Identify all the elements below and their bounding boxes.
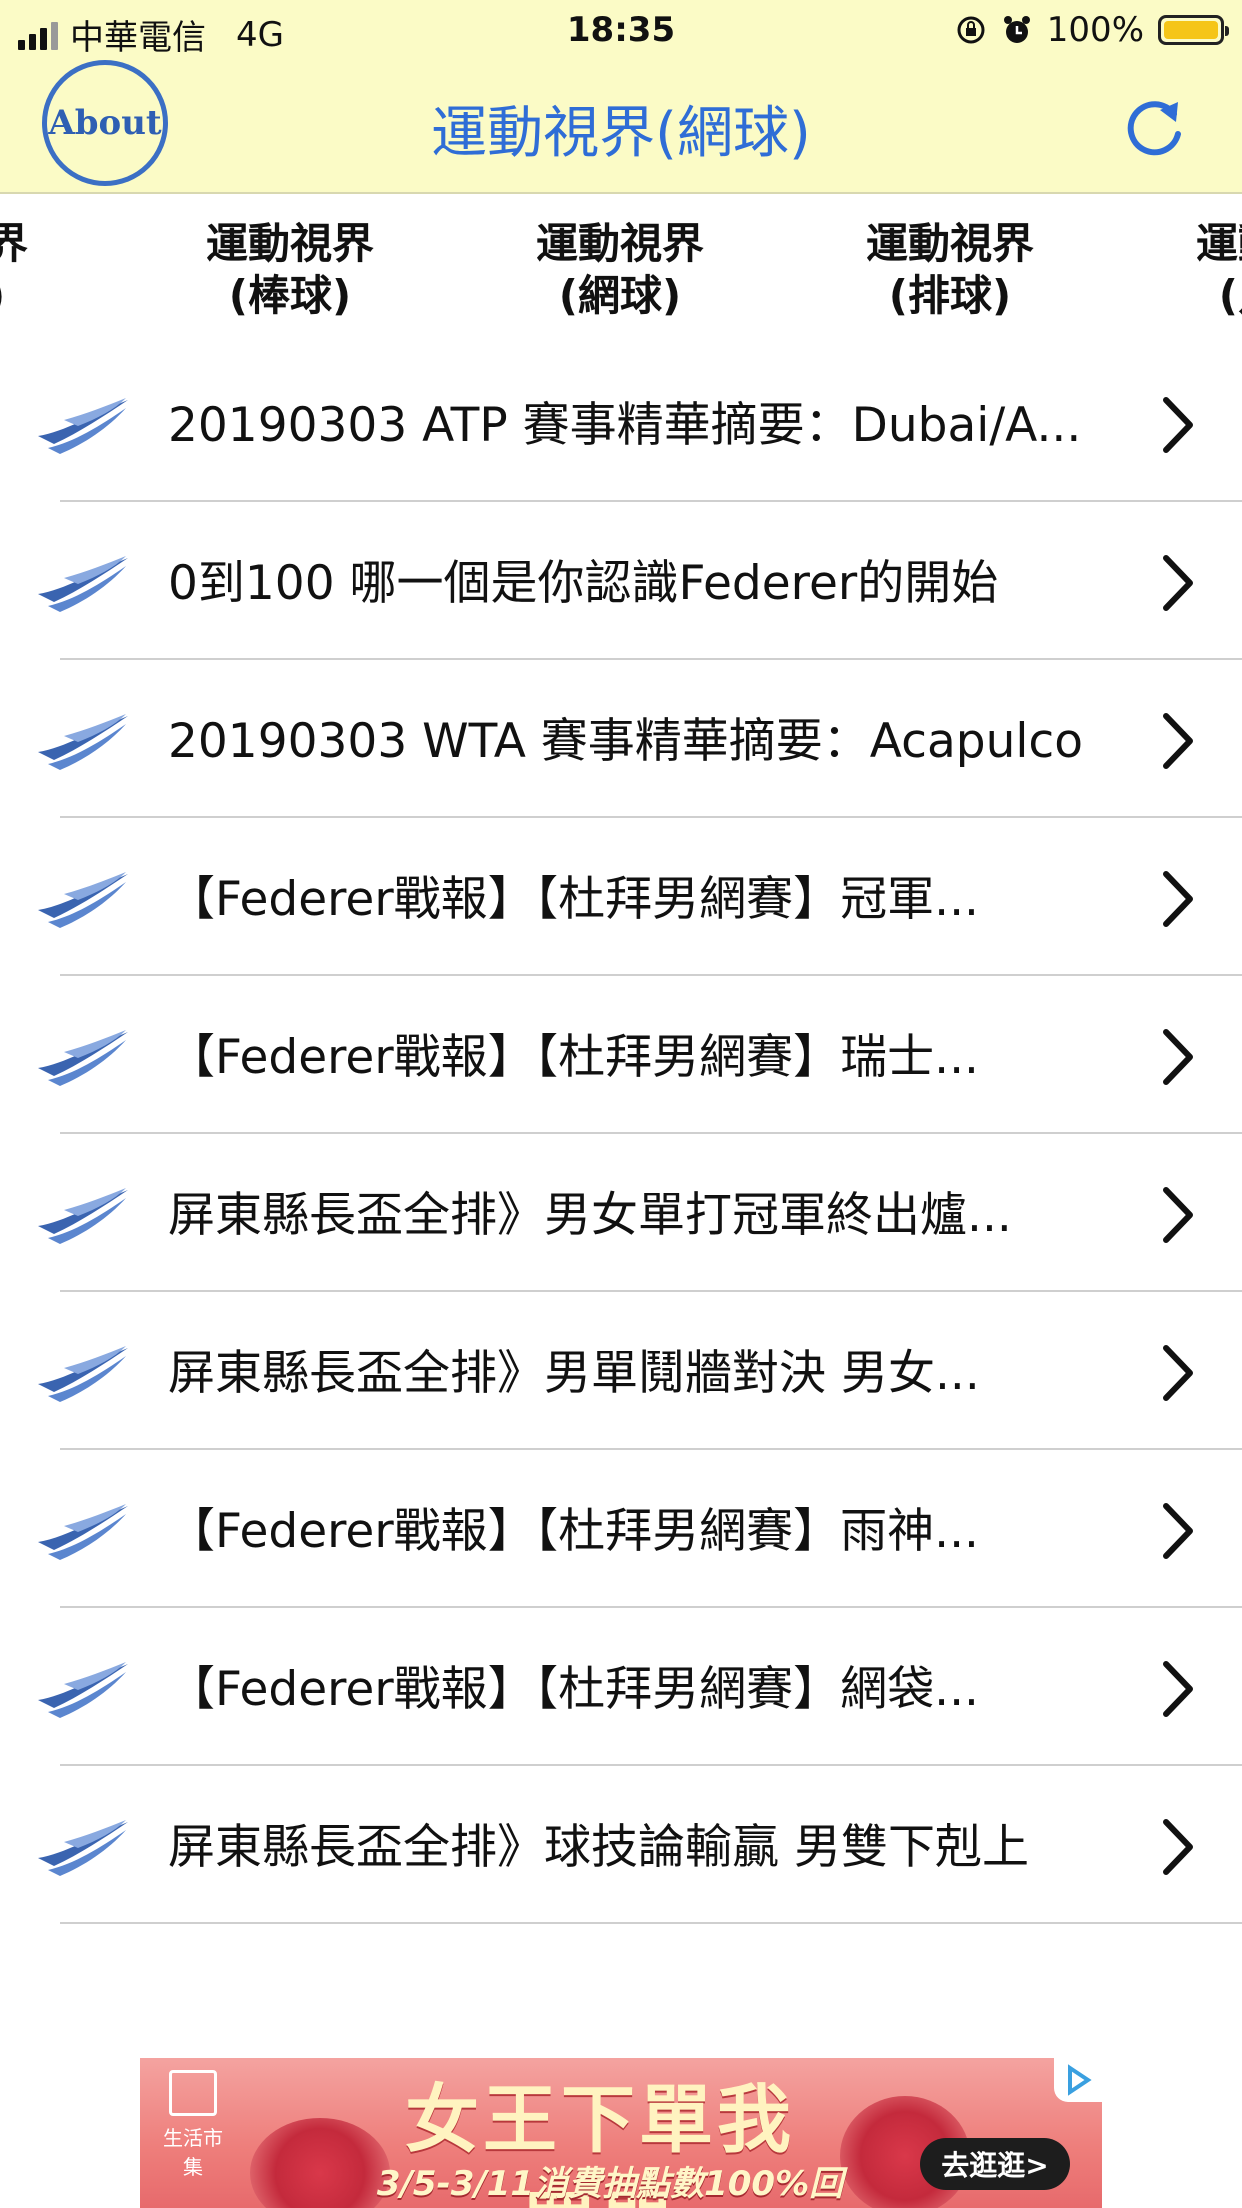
sports-vision-logo-icon	[38, 556, 128, 612]
sports-vision-logo-icon	[38, 714, 128, 770]
battery-icon	[1158, 15, 1229, 45]
list-item[interactable]: 20190303 ATP 賽事精華摘要：Dubai/A...	[0, 344, 1242, 502]
list-item[interactable]: 【Federer戰報】【杜拜男網賽】網袋...	[0, 1608, 1242, 1766]
article-title: 【Federer戰報】【杜拜男網賽】雨神...	[168, 1504, 979, 1559]
refresh-icon[interactable]	[1120, 90, 1192, 162]
tab-volleyball[interactable]: 運動視界 (排球)	[840, 218, 1060, 322]
page-title: 運動視界(網球)	[431, 101, 811, 166]
sports-vision-logo-icon	[38, 872, 128, 928]
article-title: 屏東縣長盃全排》球技論輸贏 男雙下剋上	[168, 1820, 1029, 1875]
list-item[interactable]: 屏東縣長盃全排》男單鬩牆對決 男女...	[0, 1292, 1242, 1450]
article-title: 屏東縣長盃全排》男單鬩牆對決 男女...	[168, 1346, 980, 1401]
sports-vision-logo-icon	[38, 398, 128, 454]
chevron-right-icon	[1163, 1345, 1193, 1401]
sports-vision-logo-icon	[38, 1820, 128, 1876]
article-title: 【Federer戰報】【杜拜男網賽】瑞士...	[168, 1030, 979, 1085]
sports-vision-logo-icon	[38, 1188, 128, 1244]
ad-banner[interactable]: 生活市集 女王下單我買單 3/5-3/11消費抽點數100%回饋 去逛逛>	[140, 2058, 1102, 2208]
battery-percent: 100%	[1046, 10, 1144, 50]
ad-subline: 3/5-3/11消費抽點數100%回饋	[376, 2164, 844, 2204]
ad-store-logo: 生活市集	[158, 2070, 228, 2190]
chevron-right-icon	[1163, 1029, 1193, 1085]
sports-vision-logo-icon	[38, 1346, 128, 1402]
shopping-bag-icon	[169, 2070, 217, 2116]
ad-flower-decoration	[250, 2118, 390, 2208]
ad-cta-button[interactable]: 去逛逛>	[920, 2138, 1070, 2190]
nav-bar: About 運動視界(網球)	[0, 60, 1242, 190]
alarm-icon	[1003, 16, 1030, 43]
sports-vision-logo-icon	[38, 1662, 128, 1718]
tab-baseball[interactable]: 運動視界 (棒球)	[180, 218, 400, 322]
status-bar: 中華電信 4G 18:35 100%	[0, 0, 1242, 62]
sports-vision-logo-icon	[38, 1504, 128, 1560]
chevron-right-icon	[1163, 397, 1193, 453]
chevron-right-icon	[1163, 871, 1193, 927]
tab-tennis[interactable]: 運動視界 (網球)	[510, 218, 730, 322]
row-divider	[60, 1922, 1242, 1924]
chevron-right-icon	[1163, 1819, 1193, 1875]
list-item[interactable]: 屏東縣長盃全排》男女單打冠軍終出爐...	[0, 1134, 1242, 1292]
article-title: 20190303 WTA 賽事精華摘要：Acapulco	[168, 714, 1084, 769]
ad-choices-icon[interactable]	[1054, 2058, 1102, 2102]
article-list: 20190303 ATP 賽事精華摘要：Dubai/A... 0到100 哪一個…	[0, 344, 1242, 1924]
status-right: 100%	[955, 10, 1229, 50]
chevron-right-icon	[1163, 555, 1193, 611]
article-title: 20190303 ATP 賽事精華摘要：Dubai/A...	[168, 398, 1082, 453]
about-button[interactable]: About	[42, 60, 168, 186]
chevron-right-icon	[1163, 1661, 1193, 1717]
article-title: 屏東縣長盃全排》男女單打冠軍終出爐...	[168, 1188, 1012, 1243]
top-header: 中華電信 4G 18:35 100% About 運動視界(網球)	[0, 0, 1242, 194]
list-item[interactable]: 20190303 WTA 賽事精華摘要：Acapulco	[0, 660, 1242, 818]
article-title: 0到100 哪一個是你認識Federer的開始	[168, 556, 999, 611]
list-item[interactable]: 【Federer戰報】【杜拜男網賽】雨神...	[0, 1450, 1242, 1608]
chevron-right-icon	[1163, 713, 1193, 769]
tab-football[interactable]: 運動視界(足球)	[1170, 218, 1242, 322]
list-item[interactable]: 【Federer戰報】【杜拜男網賽】瑞士...	[0, 976, 1242, 1134]
list-item[interactable]: 【Federer戰報】【杜拜男網賽】冠軍...	[0, 818, 1242, 976]
list-item[interactable]: 0到100 哪一個是你認識Federer的開始	[0, 502, 1242, 660]
chevron-right-icon	[1163, 1187, 1193, 1243]
article-title: 【Federer戰報】【杜拜男網賽】冠軍...	[168, 872, 979, 927]
chevron-right-icon	[1163, 1503, 1193, 1559]
list-item[interactable]: 屏東縣長盃全排》球技論輸贏 男雙下剋上	[0, 1766, 1242, 1924]
sports-vision-logo-icon	[38, 1030, 128, 1086]
orientation-lock-icon	[957, 16, 985, 44]
category-tabs: 運動視界(籃球) 運動視界(棒球) 運動視界(網球) 運動視界(排球) 運動視界…	[0, 194, 1242, 344]
article-title: 【Federer戰報】【杜拜男網賽】網袋...	[168, 1662, 979, 1717]
tab-basketball[interactable]: 運動視界(籃球)	[0, 218, 54, 322]
